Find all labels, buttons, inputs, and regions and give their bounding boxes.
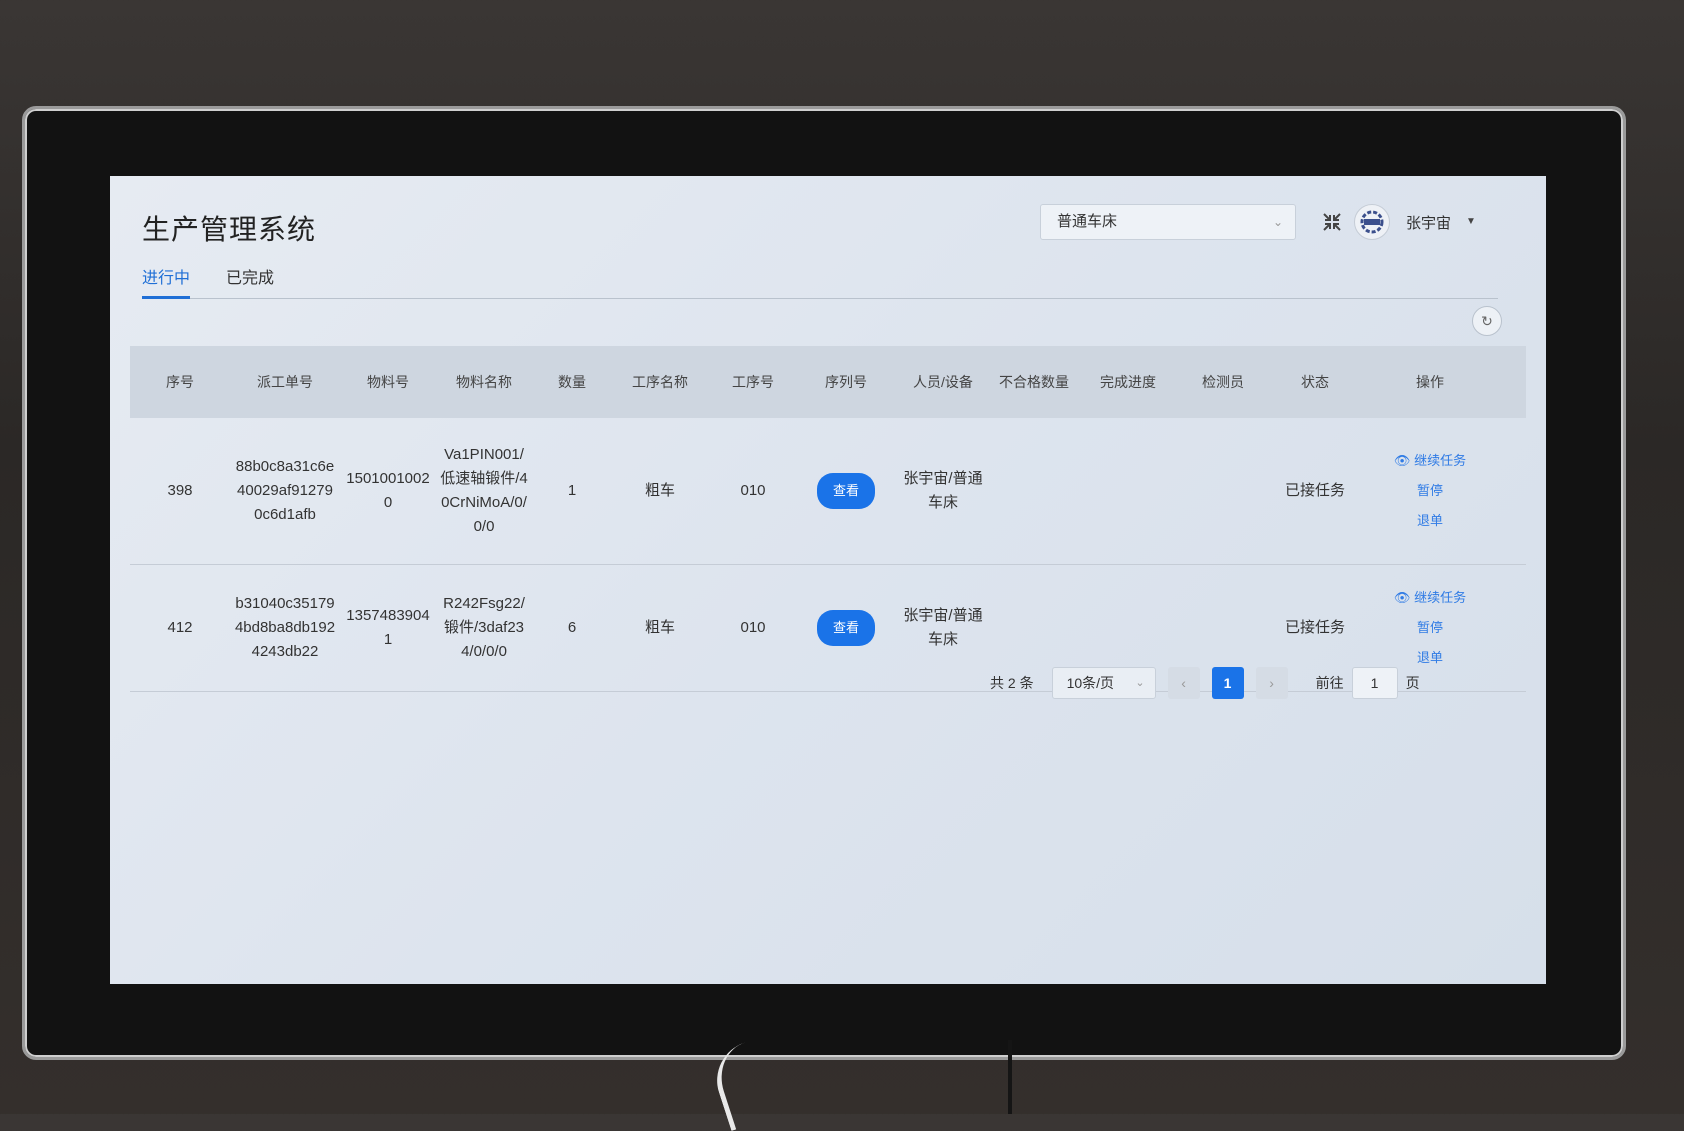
page-title: 生产管理系统 <box>142 214 317 245</box>
cell-material-name: R242Fsg22/锻件/3daf234/0/0/0 <box>443 595 525 660</box>
col-header: 数量 <box>558 374 586 390</box>
table-row: 398 88b0c8a31c6e40029af912790c6d1afb 150… <box>130 418 1526 565</box>
col-header: 物料号 <box>367 374 409 390</box>
next-page-button[interactable]: › <box>1255 667 1288 699</box>
return-order-button[interactable]: 退单 <box>1417 509 1443 533</box>
monitor-cable-dark <box>1008 1040 1012 1114</box>
user-name[interactable]: 张宇宙 <box>1406 212 1451 233</box>
cell-process-name: 粗车 <box>644 482 675 499</box>
cell-qty: 6 <box>567 619 577 636</box>
col-header: 操作 <box>1416 374 1444 390</box>
cell-material-no: 13574839041 <box>346 607 430 648</box>
cell-qty: 1 <box>567 482 577 499</box>
tab-completed[interactable]: 已完成 <box>226 264 274 296</box>
col-header: 人员/设备 <box>913 374 973 390</box>
pause-button[interactable]: 暂停 <box>1417 616 1443 640</box>
cell-status: 已接任务 <box>1284 619 1345 636</box>
page-size-value: 10条/页 <box>1066 675 1115 691</box>
cell-person-device: 张宇宙/普通车床 <box>903 470 983 511</box>
cell-serial: 查看 <box>798 473 894 509</box>
exit-fullscreen-icon[interactable] <box>1320 210 1344 234</box>
goto-page-input[interactable]: 1 <box>1351 667 1398 699</box>
page-number-button[interactable]: 1 <box>1211 667 1244 699</box>
table-header: 序号 派工单号 物料号 物料名称 数量 工序名称 工序号 序列号 人员/设备 不… <box>130 346 1526 418</box>
avatar[interactable] <box>1354 204 1390 240</box>
cell-dispatch-no: 88b0c8a31c6e40029af912790c6d1afb <box>235 458 335 523</box>
cell-process-no: 010 <box>740 619 766 636</box>
cell-process-no: 010 <box>740 482 766 499</box>
prev-page-button[interactable]: ‹ <box>1167 667 1200 699</box>
total-count: 共 2 条 <box>990 675 1034 691</box>
return-order-button[interactable]: 退单 <box>1417 646 1443 670</box>
eye-icon: 👁 <box>1393 590 1411 605</box>
gear-logo-icon <box>1360 210 1384 234</box>
goto-label: 前往 <box>1315 675 1344 691</box>
cell-actions: 👁 继续任务 暂停 退单 <box>1364 586 1496 670</box>
col-header: 检测员 <box>1202 374 1244 390</box>
eye-icon: 👁 <box>1393 453 1411 468</box>
task-table: 序号 派工单号 物料号 物料名称 数量 工序名称 工序号 序列号 人员/设备 不… <box>130 346 1526 692</box>
cell-serial: 查看 <box>798 610 894 646</box>
cell-process-name: 粗车 <box>644 619 675 636</box>
continue-task-button[interactable]: 👁 继续任务 <box>1394 449 1466 473</box>
view-serial-button[interactable]: 查看 <box>816 473 875 509</box>
tab-in-progress[interactable]: 进行中 <box>142 264 191 299</box>
col-header: 工序号 <box>732 374 774 390</box>
cell-seq: 412 <box>167 619 193 636</box>
page-size-select[interactable]: 10条/页 ⌄ <box>1051 667 1156 699</box>
col-header: 完成进度 <box>1100 374 1156 390</box>
app-screen: 生产管理系统 普通车床 ⌄ 张宇宙 ▼ 进行中 已完成 ↻ 序号 派工单号 物料… <box>110 176 1546 984</box>
continue-task-label: 继续任务 <box>1414 590 1467 605</box>
cell-dispatch-no: b31040c351794bd8ba8db1924243db22 <box>234 595 336 660</box>
view-serial-button[interactable]: 查看 <box>816 610 875 646</box>
chevron-down-icon: ⌄ <box>1135 677 1145 689</box>
caret-down-icon[interactable]: ▼ <box>1466 216 1476 227</box>
col-header: 序列号 <box>825 374 867 390</box>
col-header: 工序名称 <box>632 374 688 390</box>
cell-person-device: 张宇宙/普通车床 <box>903 607 983 648</box>
col-header: 序号 <box>166 374 194 390</box>
device-select-value: 普通车床 <box>1057 213 1118 230</box>
col-header: 不合格数量 <box>999 374 1069 390</box>
col-header: 状态 <box>1301 374 1329 390</box>
pause-button[interactable]: 暂停 <box>1417 479 1443 503</box>
status-tabs: 进行中 已完成 <box>142 264 1498 299</box>
cell-actions: 👁 继续任务 暂停 退单 <box>1364 449 1496 533</box>
chevron-down-icon: ⌄ <box>1272 215 1283 229</box>
col-header: 派工单号 <box>257 374 313 390</box>
device-select[interactable]: 普通车床 ⌄ <box>1040 204 1296 240</box>
cell-seq: 398 <box>167 482 193 499</box>
page-suffix: 页 <box>1405 675 1420 691</box>
col-header: 物料名称 <box>456 374 512 390</box>
cell-material-no: 15010010020 <box>346 470 430 511</box>
continue-task-button[interactable]: 👁 继续任务 <box>1394 586 1466 610</box>
pagination: 共 2 条 10条/页 ⌄ ‹ 1 › 前往 1 页 <box>990 666 1420 700</box>
cell-material-name: Va1PIN001/低速轴锻件/40CrNiMoA/0/0/0 <box>440 446 528 535</box>
cell-status: 已接任务 <box>1284 482 1345 499</box>
refresh-icon[interactable]: ↻ <box>1472 306 1502 336</box>
continue-task-label: 继续任务 <box>1414 453 1467 468</box>
